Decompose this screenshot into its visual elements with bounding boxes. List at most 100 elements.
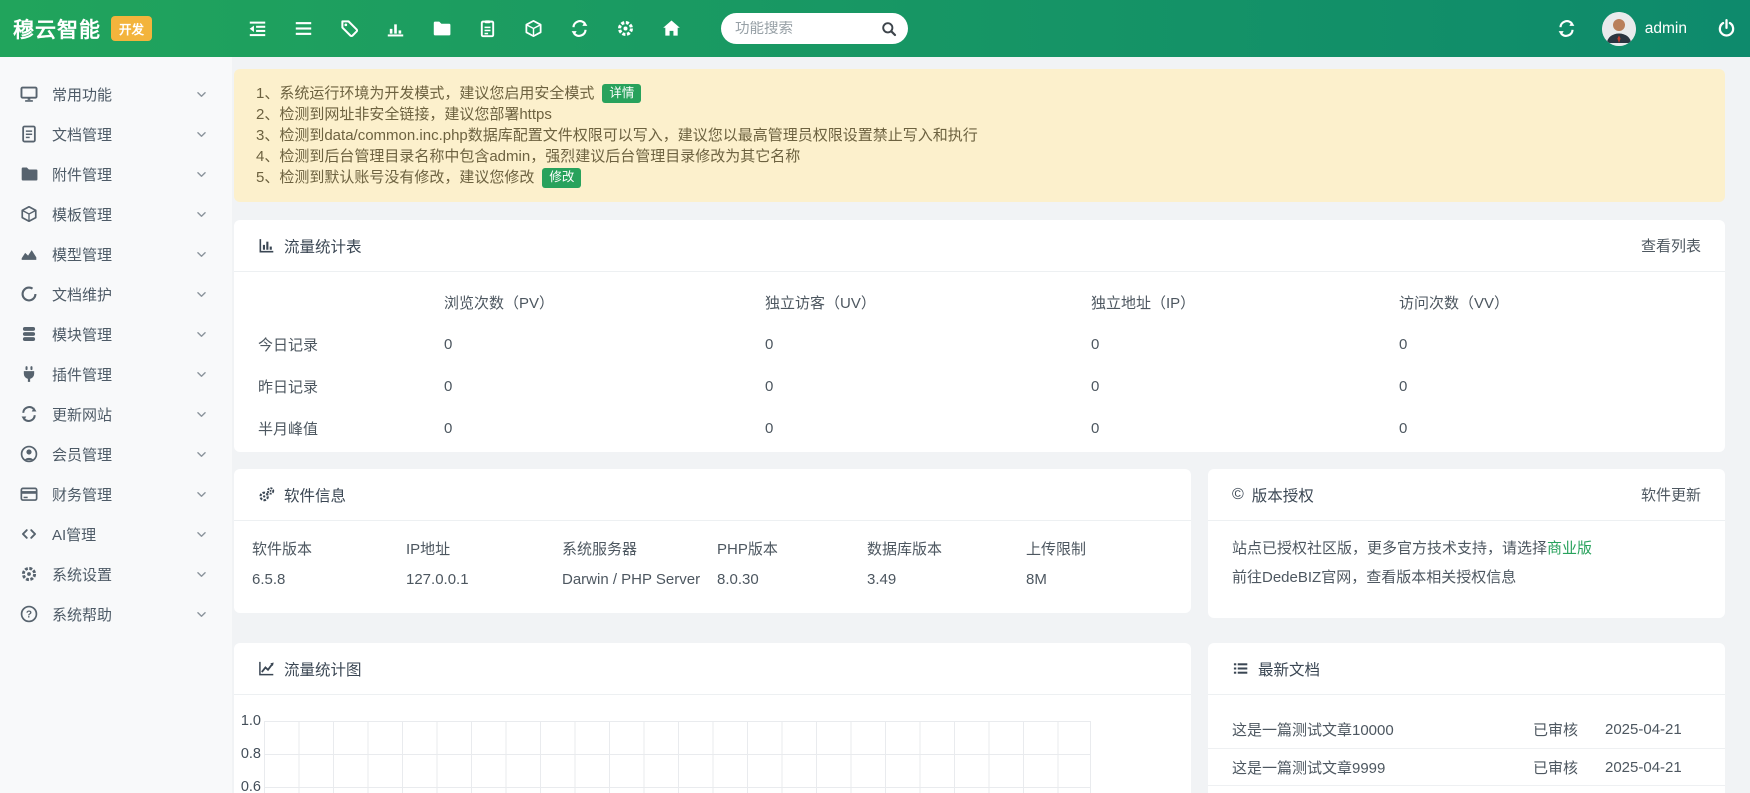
license-line: 前往DedeBIZ官网，查看版本相关授权信息 — [1232, 563, 1701, 592]
field-label: 软件版本 — [252, 538, 406, 559]
cell-value: 0 — [1091, 323, 1399, 365]
doc-status: 已审核 — [1533, 719, 1605, 740]
view-list-link[interactable]: 查看列表 — [1641, 235, 1701, 256]
outdent-icon[interactable] — [248, 19, 267, 38]
menu-icon[interactable] — [294, 19, 313, 38]
chart-bar-icon[interactable] — [386, 19, 405, 38]
sidebar-item-modules[interactable]: 模块管理 — [0, 314, 232, 354]
sidebar-item-settings[interactable]: 系统设置 — [0, 554, 232, 594]
power-icon[interactable] — [1717, 19, 1736, 38]
software-update-link[interactable]: 软件更新 — [1641, 484, 1701, 505]
sidebar-item-attachments[interactable]: 附件管理 — [0, 154, 232, 194]
search-icon[interactable] — [881, 21, 897, 37]
folder-icon[interactable] — [432, 19, 451, 38]
username[interactable]: admin — [1645, 20, 1687, 38]
sidebar-item-label: 文档维护 — [52, 284, 112, 305]
sidebar-item-finance[interactable]: 财务管理 — [0, 474, 232, 514]
home-icon[interactable] — [662, 19, 681, 38]
sidebar-item-common[interactable]: 常用功能 — [0, 74, 232, 114]
cell-value: 0 — [1399, 365, 1701, 407]
chevron-down-icon — [195, 568, 208, 581]
gear-icon[interactable] — [616, 19, 635, 38]
software-field: IP地址 127.0.0.1 — [406, 538, 562, 588]
chevron-down-icon — [195, 88, 208, 101]
doc-status: 已审核 — [1533, 757, 1605, 778]
clipboard-icon[interactable] — [478, 19, 497, 38]
circle-icon — [20, 285, 38, 303]
table-header-row: 浏览次数（PV） 独立访客（UV） 独立地址（IP） 访问次数（VV） — [258, 281, 1701, 323]
software-field: 上传限制 8M — [1026, 538, 1167, 588]
card-title: 流量统计表 — [284, 235, 362, 257]
notice-line: 4、检测到后台管理目录名称中包含admin，强烈建议后台管理目录修改为其它名称 — [256, 146, 1703, 167]
cogs-icon — [258, 486, 275, 503]
field-value: 3.49 — [867, 571, 1026, 588]
tag-icon[interactable] — [340, 19, 359, 38]
notice-text: 5、检测到默认账号没有修改，建议您修改 — [256, 167, 534, 188]
row-label: 今日记录 — [258, 323, 444, 365]
sidebar-item-help[interactable]: 系统帮助 — [0, 594, 232, 634]
dev-mode-badge: 开发 — [111, 16, 152, 41]
sidebar-item-members[interactable]: 会员管理 — [0, 434, 232, 474]
sidebar-item-update-site[interactable]: 更新网站 — [0, 394, 232, 434]
chevron-down-icon — [195, 608, 208, 621]
navbar-right: admin — [1557, 12, 1736, 46]
sidebar-item-label: 系统设置 — [52, 564, 112, 585]
sidebar-item-ai[interactable]: AI管理 — [0, 514, 232, 554]
cell-value: 0 — [444, 407, 765, 449]
cell-value: 0 — [1091, 365, 1399, 407]
cell-value: 0 — [444, 323, 765, 365]
cell-value: 0 — [1399, 407, 1701, 449]
field-label: 数据库版本 — [867, 538, 1026, 559]
license-body: 站点已授权社区版，更多官方技术支持，请选择商业版 前往DedeBIZ官网，查看版… — [1208, 521, 1725, 605]
detail-badge-link[interactable]: 详情 — [602, 84, 641, 104]
chevron-down-icon — [195, 488, 208, 501]
sidebar-item-templates[interactable]: 模板管理 — [0, 194, 232, 234]
doc-date: 2025-04-21 — [1605, 759, 1701, 776]
field-label: PHP版本 — [717, 538, 867, 559]
sidebar-item-maintenance[interactable]: 文档维护 — [0, 274, 232, 314]
search-input[interactable] — [735, 21, 881, 37]
notice-text: 1、系统运行环境为开发模式，建议您启用安全模式 — [256, 83, 594, 104]
software-info-body: 软件版本 6.5.8 IP地址 127.0.0.1 系统服务器 Darwin /… — [234, 521, 1191, 588]
sync-icon — [20, 405, 38, 423]
row-label: 昨日记录 — [258, 365, 444, 407]
card-title: 最新文档 — [1258, 658, 1320, 680]
chevron-down-icon — [195, 288, 208, 301]
latest-docs-list: 这是一篇测试文章10000 已审核 2025-04-21 这是一篇测试文章999… — [1208, 695, 1725, 786]
table-row: 今日记录 0 0 0 0 — [258, 323, 1701, 365]
license-header: © 版本授权 软件更新 — [1208, 469, 1725, 521]
sidebar-item-label: 模型管理 — [52, 244, 112, 265]
chevron-down-icon — [195, 368, 208, 381]
y-tick: 0.6 — [234, 779, 261, 793]
commercial-link[interactable]: 商业版 — [1547, 540, 1592, 557]
chevron-down-icon — [195, 128, 208, 141]
sync-icon[interactable] — [570, 19, 589, 38]
chevron-down-icon — [195, 328, 208, 341]
user-icon — [20, 445, 38, 463]
field-value: 8M — [1026, 571, 1167, 588]
question-icon — [20, 605, 38, 623]
doc-title-link[interactable]: 这是一篇测试文章10000 — [1232, 719, 1533, 740]
y-tick: 1.0 — [234, 713, 261, 729]
refresh-icon[interactable] — [1557, 19, 1576, 38]
main-content: 1、系统运行环境为开发模式，建议您启用安全模式 详情 2、检测到网址非安全链接，… — [232, 57, 1750, 793]
app-logo[interactable]: 穆云智能 — [13, 14, 101, 44]
y-tick: 0.8 — [234, 746, 261, 762]
cube-icon — [20, 205, 38, 223]
sidebar-item-label: 附件管理 — [52, 164, 112, 185]
field-value: Darwin / PHP Server — [562, 571, 717, 588]
modify-badge-link[interactable]: 修改 — [542, 168, 581, 188]
notice-line: 5、检测到默认账号没有修改，建议您修改 修改 — [256, 167, 1703, 188]
sidebar-item-label: AI管理 — [52, 524, 96, 545]
list-item: 这是一篇测试文章10000 已审核 2025-04-21 — [1208, 711, 1725, 749]
cell-value: 0 — [1091, 407, 1399, 449]
sidebar-item-models[interactable]: 模型管理 — [0, 234, 232, 274]
doc-title-link[interactable]: 这是一篇测试文章9999 — [1232, 757, 1533, 778]
software-field: 系统服务器 Darwin / PHP Server — [562, 538, 717, 588]
avatar[interactable] — [1602, 12, 1636, 46]
cube-icon[interactable] — [524, 19, 543, 38]
notice-line: 1、系统运行环境为开发模式，建议您启用安全模式 详情 — [256, 83, 1703, 104]
sidebar-item-plugins[interactable]: 插件管理 — [0, 354, 232, 394]
cell-value: 0 — [765, 323, 1091, 365]
sidebar-item-documents[interactable]: 文档管理 — [0, 114, 232, 154]
